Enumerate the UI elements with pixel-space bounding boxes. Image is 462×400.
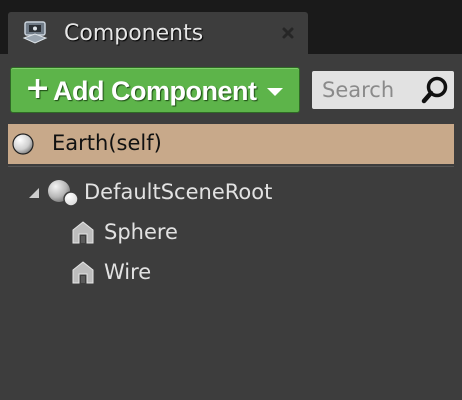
- tab-components[interactable]: Components: [8, 12, 308, 54]
- toolbar: + Add Component: [0, 54, 462, 120]
- components-panel: + Add Component Earth(se: [0, 54, 462, 400]
- plus-icon: +: [25, 71, 51, 106]
- tree-item-default-scene-root[interactable]: DefaultSceneRoot: [28, 176, 458, 208]
- tree-item-self[interactable]: Earth(self): [8, 124, 454, 164]
- add-component-button[interactable]: + Add Component: [10, 67, 300, 113]
- tab-title: Components: [64, 21, 204, 46]
- close-icon[interactable]: [281, 26, 295, 40]
- static-mesh-icon: [72, 221, 94, 244]
- search-icon[interactable]: [420, 75, 450, 105]
- static-mesh-icon: [72, 261, 94, 284]
- add-component-label: Add Component: [53, 76, 257, 106]
- chevron-down-icon: [267, 88, 283, 96]
- scene-root-icon: [48, 180, 79, 207]
- components-icon: [22, 21, 48, 44]
- divider: [8, 166, 454, 167]
- tree-item-wire[interactable]: Wire: [70, 256, 450, 288]
- tree-item-sphere[interactable]: Sphere: [70, 216, 450, 248]
- tab-bar: Components: [0, 0, 462, 54]
- tree-item-label: DefaultSceneRoot: [84, 180, 273, 204]
- tree-item-label: Sphere: [104, 220, 178, 244]
- tree-item-label: Wire: [104, 260, 152, 284]
- sphere-icon: [12, 133, 34, 155]
- search-box: [312, 71, 454, 109]
- tree-item-label: Earth(self): [52, 131, 162, 155]
- search-input[interactable]: [312, 71, 418, 109]
- expand-arrow-icon[interactable]: [28, 187, 40, 199]
